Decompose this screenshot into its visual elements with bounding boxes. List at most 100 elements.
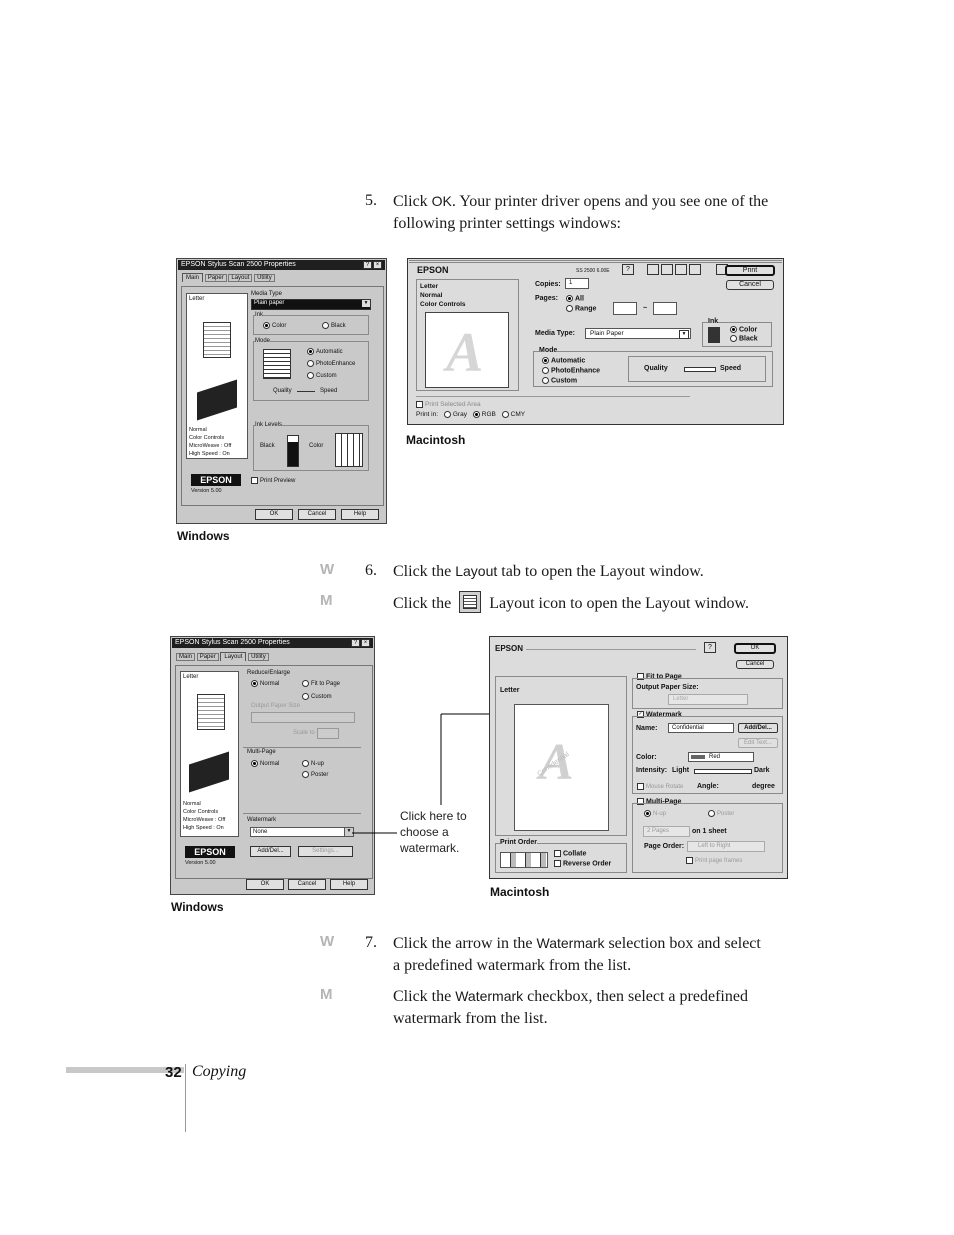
tab-main[interactable]: Main <box>176 653 196 661</box>
black-ink-label: Black <box>260 443 275 449</box>
dark-label: Dark <box>754 767 770 774</box>
collate-checkbox[interactable]: Collate <box>554 850 586 857</box>
help-icon[interactable]: ? <box>622 264 634 275</box>
print-page-frames-checkbox[interactable]: Print page frames <box>686 857 742 864</box>
pages-per-sheet-select[interactable]: 2 Pages <box>643 826 690 837</box>
tab-utility[interactable]: Utility <box>248 653 269 661</box>
background-print-icon[interactable] <box>675 264 687 275</box>
step-6-windows: 6. Click the Layout tab to open the Layo… <box>365 562 704 580</box>
add-del-button[interactable]: Add/Del... <box>250 846 291 857</box>
fit-to-page-radio[interactable]: Fit to Page <box>302 680 340 687</box>
utility-icon[interactable] <box>661 264 673 275</box>
color-label: Color: <box>636 754 657 761</box>
quality-speed-slider[interactable] <box>297 391 315 392</box>
ui-term-watermark: Watermark <box>536 935 605 951</box>
media-type-select[interactable]: Plain Paper ▼ <box>585 328 691 339</box>
poster-radio[interactable]: Poster <box>302 771 328 778</box>
mode-photoenhance-radio[interactable]: PhotoEnhance <box>307 360 355 367</box>
edit-text-button[interactable]: Edit Text... <box>738 738 778 748</box>
rgb-radio[interactable]: RGB <box>472 411 496 418</box>
cancel-button[interactable]: Cancel <box>298 509 336 520</box>
page-order-select[interactable]: Left to Right <box>687 841 765 852</box>
tab-main[interactable]: Main <box>182 273 204 282</box>
n-up-radio[interactable]: N-up <box>644 810 666 817</box>
mode-automatic-radio[interactable]: Automatic <box>307 348 343 355</box>
normal-radio[interactable]: Normal <box>251 680 279 687</box>
color-select[interactable]: Red <box>688 752 754 762</box>
range-to-field[interactable] <box>653 302 677 315</box>
mode-custom-radio[interactable]: Custom <box>542 377 577 384</box>
help-button[interactable]: Help <box>341 509 379 520</box>
print-button[interactable]: Print <box>725 265 775 276</box>
ok-button[interactable]: OK <box>246 879 284 890</box>
media-type-label: Media Type: <box>535 330 575 337</box>
n-up-radio[interactable]: N-up <box>302 760 324 767</box>
add-del-button[interactable]: Add/Del... <box>738 723 778 733</box>
status-list: Normal Color Controls MicroWeave : Off H… <box>189 427 232 457</box>
ink-color-radio[interactable]: Color <box>730 326 757 333</box>
macintosh-marker: M <box>320 592 333 609</box>
tab-strip: Main Paper Layout Utility <box>182 273 275 282</box>
ink-label: Ink <box>708 318 719 325</box>
reverse-order-checkbox[interactable]: Reverse Order <box>554 860 611 867</box>
step-number: 7. <box>365 934 377 951</box>
ok-button[interactable]: OK <box>734 643 776 654</box>
ink-color-radio[interactable]: Color <box>263 322 286 329</box>
ink-cartridge-icon <box>708 327 720 343</box>
title-buttons: ? × <box>363 261 383 269</box>
scale-field[interactable] <box>317 728 339 739</box>
ink-black-radio[interactable]: Black <box>730 335 758 342</box>
color-ink-label: Color <box>309 443 324 449</box>
poster-radio[interactable]: Poster <box>708 810 734 817</box>
tab-layout[interactable]: Layout <box>220 652 247 661</box>
ok-button[interactable]: OK <box>255 509 293 520</box>
caption-macintosh-2: Macintosh <box>490 885 550 899</box>
tab-paper[interactable]: Paper <box>196 653 219 661</box>
mac-print-dialog-screenshot: EPSON SS 2500 6.00E ? Print Cancel Lette… <box>407 258 784 425</box>
quality-speed-slider[interactable] <box>684 367 716 372</box>
tab-utility[interactable]: Utility <box>254 274 275 282</box>
driver-version: SS 2500 6.00E <box>576 268 610 274</box>
help-icon[interactable]: ? <box>704 642 716 653</box>
mode-photoenhance-radio[interactable]: PhotoEnhance <box>542 367 600 374</box>
mode-custom-radio[interactable]: Custom <box>307 372 337 379</box>
reduce-enlarge-label: Reduce/Enlarge <box>247 670 291 676</box>
layout-icon[interactable] <box>647 264 659 275</box>
media-type-select[interactable]: Plain paper ▼ <box>251 299 371 310</box>
range-from-field[interactable] <box>613 302 637 315</box>
ink-levels-label: Ink Levels <box>255 422 283 428</box>
mode-label: Mode <box>255 338 271 344</box>
paper-size-select[interactable]: Letter <box>668 694 748 705</box>
output-paper-size-label: Output Paper Size <box>251 703 301 709</box>
pages-all-radio[interactable]: All <box>566 295 584 302</box>
watermark-select[interactable]: None ▼ <box>250 827 354 837</box>
dialog-title: EPSON Stylus Scan 2500 Properties <box>172 638 373 648</box>
preview-icon[interactable] <box>689 264 701 275</box>
cancel-button[interactable]: Cancel <box>288 879 326 890</box>
cmy-radio[interactable]: CMY <box>501 411 525 418</box>
custom-radio[interactable]: Custom <box>302 693 332 700</box>
print-preview-checkbox[interactable]: Print Preview <box>251 477 295 484</box>
tab-paper[interactable]: Paper <box>204 274 227 282</box>
preview-panel: Letter Normal Color Controls MicroWeave … <box>180 671 239 837</box>
ink-black-radio[interactable]: Black <box>322 322 346 329</box>
print-selected-area-checkbox[interactable]: Print Selected Area <box>416 401 481 408</box>
cancel-button[interactable]: Cancel <box>736 660 774 669</box>
copies-field[interactable]: 1 <box>565 278 589 289</box>
gray-radio[interactable]: Gray <box>443 411 467 418</box>
multi-page-normal-radio[interactable]: Normal <box>251 760 279 767</box>
epson-brand: EPSON <box>495 644 524 653</box>
step-number: 6. <box>365 562 377 579</box>
tab-layout[interactable]: Layout <box>228 274 253 282</box>
help-button[interactable]: Help <box>330 879 368 890</box>
ui-term-layout: Layout <box>455 563 498 579</box>
quality-label: Quality <box>644 365 668 372</box>
mouse-rotate-checkbox[interactable]: Mouse Rotate <box>637 783 683 790</box>
step-7-windows: 7. Click the arrow in the Watermark sele… <box>365 934 761 974</box>
watermark-name-select[interactable]: Confidential <box>668 723 734 733</box>
ui-term-watermark: Watermark <box>455 988 524 1004</box>
intensity-slider[interactable] <box>694 769 752 774</box>
pages-range-radio[interactable]: Range <box>566 305 596 312</box>
cancel-button[interactable]: Cancel <box>726 280 774 290</box>
mode-automatic-radio[interactable]: Automatic <box>542 357 585 364</box>
